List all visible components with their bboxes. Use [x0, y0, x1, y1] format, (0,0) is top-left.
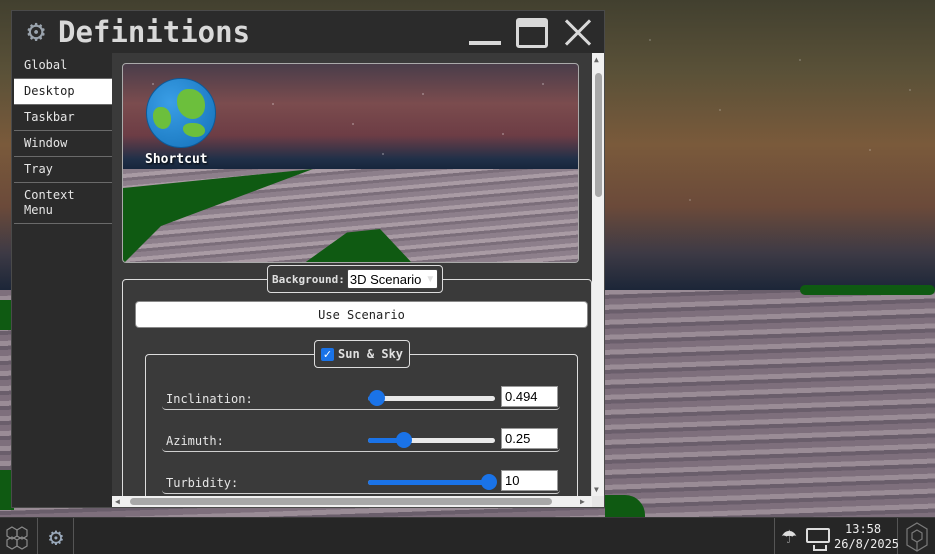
hexagon-icon: [906, 521, 928, 552]
azimuth-slider-thumb[interactable]: [395, 432, 412, 448]
use-scenario-button[interactable]: Use Scenario: [135, 301, 588, 328]
scroll-up-icon[interactable]: ▲: [594, 55, 599, 65]
title-bar[interactable]: ⚙ Definitions: [12, 11, 604, 53]
inclination-row: Inclination: 0.494: [162, 385, 560, 410]
window-title: Definitions: [58, 15, 251, 49]
inclination-label: Inclination:: [166, 392, 253, 406]
taskbar-app-definitions[interactable]: ⚙: [39, 518, 74, 554]
turbidity-label: Turbidity:: [166, 476, 239, 490]
gear-icon: ⚙: [48, 522, 64, 551]
turbidity-slider-fill: [368, 480, 489, 485]
background-legend: Background: 3D Scenario ▼: [267, 265, 444, 293]
taskbar: ⚙ ☂ 13:58 26/8/2025: [0, 517, 935, 554]
umbrella-icon[interactable]: ☂: [781, 527, 797, 548]
sun-sky-fieldset: ✓ Sun & Sky Inclination: 0.494 Azimuth:: [145, 340, 578, 496]
scroll-down-icon[interactable]: ▼: [594, 485, 599, 495]
scroll-right-icon[interactable]: ▶: [580, 497, 585, 506]
sidebar-item-tray[interactable]: Tray: [14, 157, 112, 183]
system-tray: ☂ 13:58 26/8/2025: [774, 518, 899, 554]
azimuth-label: Azimuth:: [166, 434, 224, 448]
azimuth-row: Azimuth: 0.25: [162, 427, 560, 452]
settings-content: Shortcut Background: 3D Scenario ▼ Use S…: [112, 53, 592, 496]
turbidity-row: Turbidity: 10: [162, 469, 560, 494]
close-button[interactable]: [561, 17, 595, 49]
inclination-input[interactable]: 0.494: [501, 386, 558, 407]
background-select[interactable]: 3D Scenario ▼: [346, 269, 439, 289]
inclination-slider[interactable]: [368, 390, 495, 406]
shortcut-label[interactable]: Shortcut: [145, 152, 208, 167]
minimize-icon: [469, 41, 501, 45]
scrollbar-corner: [592, 496, 604, 507]
maximize-button[interactable]: [515, 17, 549, 49]
azimuth-input[interactable]: 0.25: [501, 428, 558, 449]
azimuth-slider[interactable]: [368, 432, 495, 448]
gear-icon: ⚙: [26, 14, 46, 49]
sidebar-item-context-menu[interactable]: Context Menu: [14, 183, 112, 224]
turbidity-slider-thumb[interactable]: [480, 474, 497, 490]
globe-land: [177, 89, 205, 119]
sidebar-item-window[interactable]: Window: [14, 131, 112, 157]
clock-date[interactable]: 26/8/2025: [834, 537, 899, 551]
sidebar-item-global[interactable]: Global: [14, 53, 112, 79]
sun-sky-checkbox[interactable]: ✓: [321, 347, 334, 361]
globe-icon[interactable]: [146, 78, 216, 148]
sun-sky-label: Sun & Sky: [338, 347, 404, 361]
grass-patch: [800, 285, 935, 295]
minimize-button[interactable]: [468, 17, 502, 49]
inclination-slider-thumb[interactable]: [368, 390, 385, 406]
show-desktop-button[interactable]: [899, 518, 935, 554]
chevron-down-icon: ▼: [425, 273, 436, 285]
turbidity-slider[interactable]: [368, 474, 497, 490]
sidebar: Global Desktop Taskbar Window Tray Conte…: [14, 53, 112, 507]
horizontal-scrollbar[interactable]: ◀ ▶: [112, 496, 592, 507]
vertical-scroll-thumb[interactable]: [595, 73, 602, 197]
definitions-window: ⚙ Definitions Global Desktop Taskbar Win…: [11, 10, 605, 508]
background-label: Background:: [272, 272, 345, 286]
close-icon: [564, 19, 592, 47]
globe-land: [183, 123, 205, 137]
monitor-icon[interactable]: [806, 528, 830, 551]
sidebar-item-taskbar[interactable]: Taskbar: [14, 105, 112, 131]
sun-sky-legend: ✓ Sun & Sky: [314, 340, 411, 368]
turbidity-input[interactable]: 10: [501, 470, 558, 491]
vertical-scrollbar[interactable]: ▲ ▼: [592, 53, 604, 496]
background-select-value: 3D Scenario: [349, 271, 422, 287]
desktop-preview: Shortcut: [122, 63, 579, 263]
honeycomb-icon: [5, 525, 28, 550]
background-fieldset: Background: 3D Scenario ▼ Use Scenario ✓…: [122, 265, 592, 496]
horizontal-scroll-thumb[interactable]: [130, 498, 552, 505]
start-button[interactable]: [0, 518, 38, 554]
maximize-icon: [516, 18, 548, 48]
scroll-left-icon[interactable]: ◀: [115, 497, 120, 506]
sidebar-item-desktop[interactable]: Desktop: [14, 79, 112, 105]
clock-time[interactable]: 13:58: [845, 522, 881, 536]
globe-land: [153, 107, 171, 129]
